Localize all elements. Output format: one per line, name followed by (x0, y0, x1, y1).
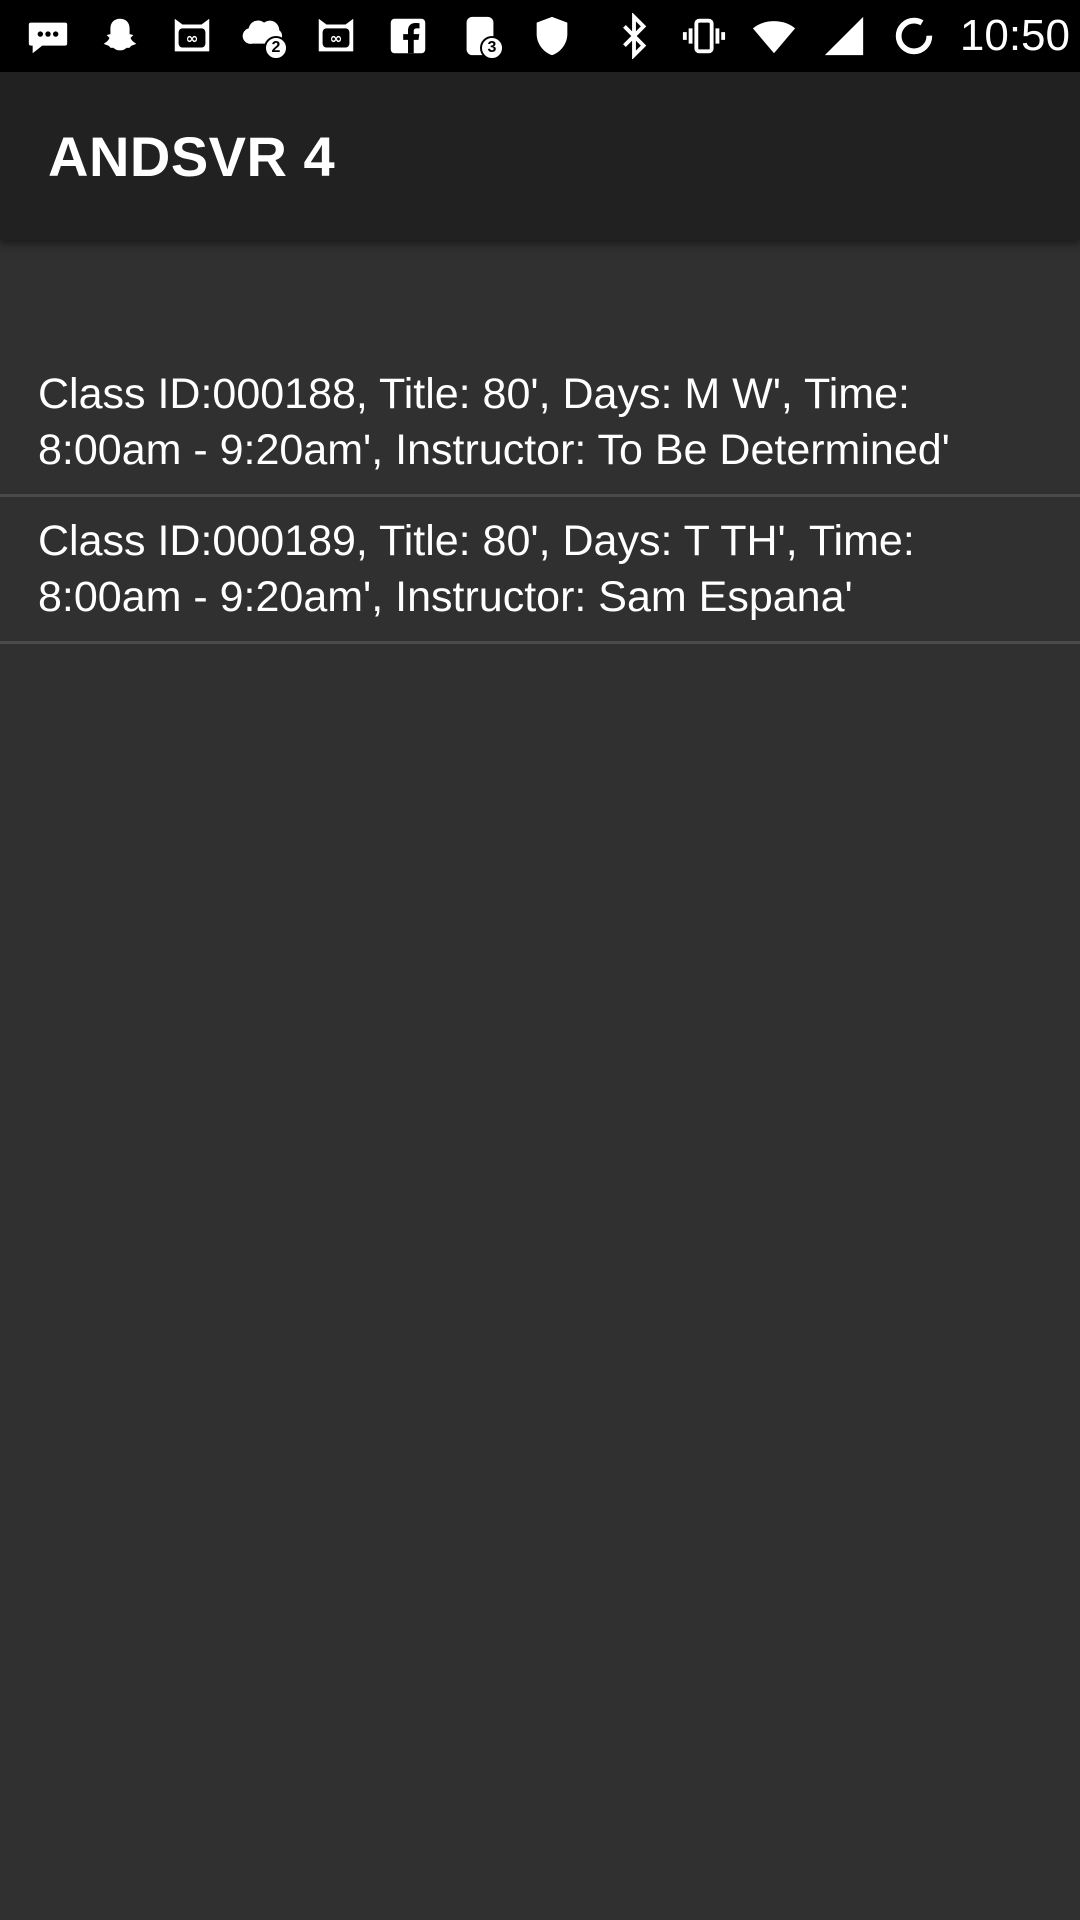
svg-text:∞: ∞ (330, 30, 343, 48)
app-infinity-icon: ∞ (166, 10, 218, 62)
cell-signal-icon (818, 10, 870, 62)
svg-text:∞: ∞ (186, 30, 199, 48)
chat-badge: 2 (264, 36, 288, 60)
app-infinity-icon-2: ∞ (310, 10, 362, 62)
content-area: Class ID:000188, Title: 80', Days: M W',… (0, 240, 1080, 1920)
vibrate-icon (678, 10, 730, 62)
list-item[interactable]: Class ID:000188, Title: 80', Days: M W',… (0, 350, 1080, 497)
app-3-icon: 3 (454, 10, 506, 62)
class-item-text: Class ID:000188, Title: 80', Days: M W',… (38, 370, 950, 474)
app-title: ANDSVR 4 (48, 124, 336, 188)
snapchat-icon (94, 10, 146, 62)
app-3-badge: 3 (480, 36, 504, 60)
battery-charging-icon (888, 10, 940, 62)
notification-icons: ∞ 2 ∞ 3 (22, 10, 598, 62)
wifi-icon (748, 10, 800, 62)
facebook-icon (382, 10, 434, 62)
system-icons: 10:50 (600, 10, 1070, 62)
list-item[interactable]: Class ID:000189, Title: 80', Days: T TH'… (0, 497, 1080, 644)
messages-icon (22, 10, 74, 62)
chat-bubble-icon: 2 (238, 10, 290, 62)
class-item-text: Class ID:000189, Title: 80', Days: T TH'… (38, 517, 915, 621)
status-clock: 10:50 (959, 11, 1070, 60)
shield-icon (526, 10, 578, 62)
status-bar: ∞ 2 ∞ 3 10:50 (0, 0, 1080, 72)
class-list[interactable]: Class ID:000188, Title: 80', Days: M W',… (0, 350, 1080, 644)
bluetooth-icon (608, 10, 660, 62)
app-bar: ANDSVR 4 (0, 72, 1080, 240)
